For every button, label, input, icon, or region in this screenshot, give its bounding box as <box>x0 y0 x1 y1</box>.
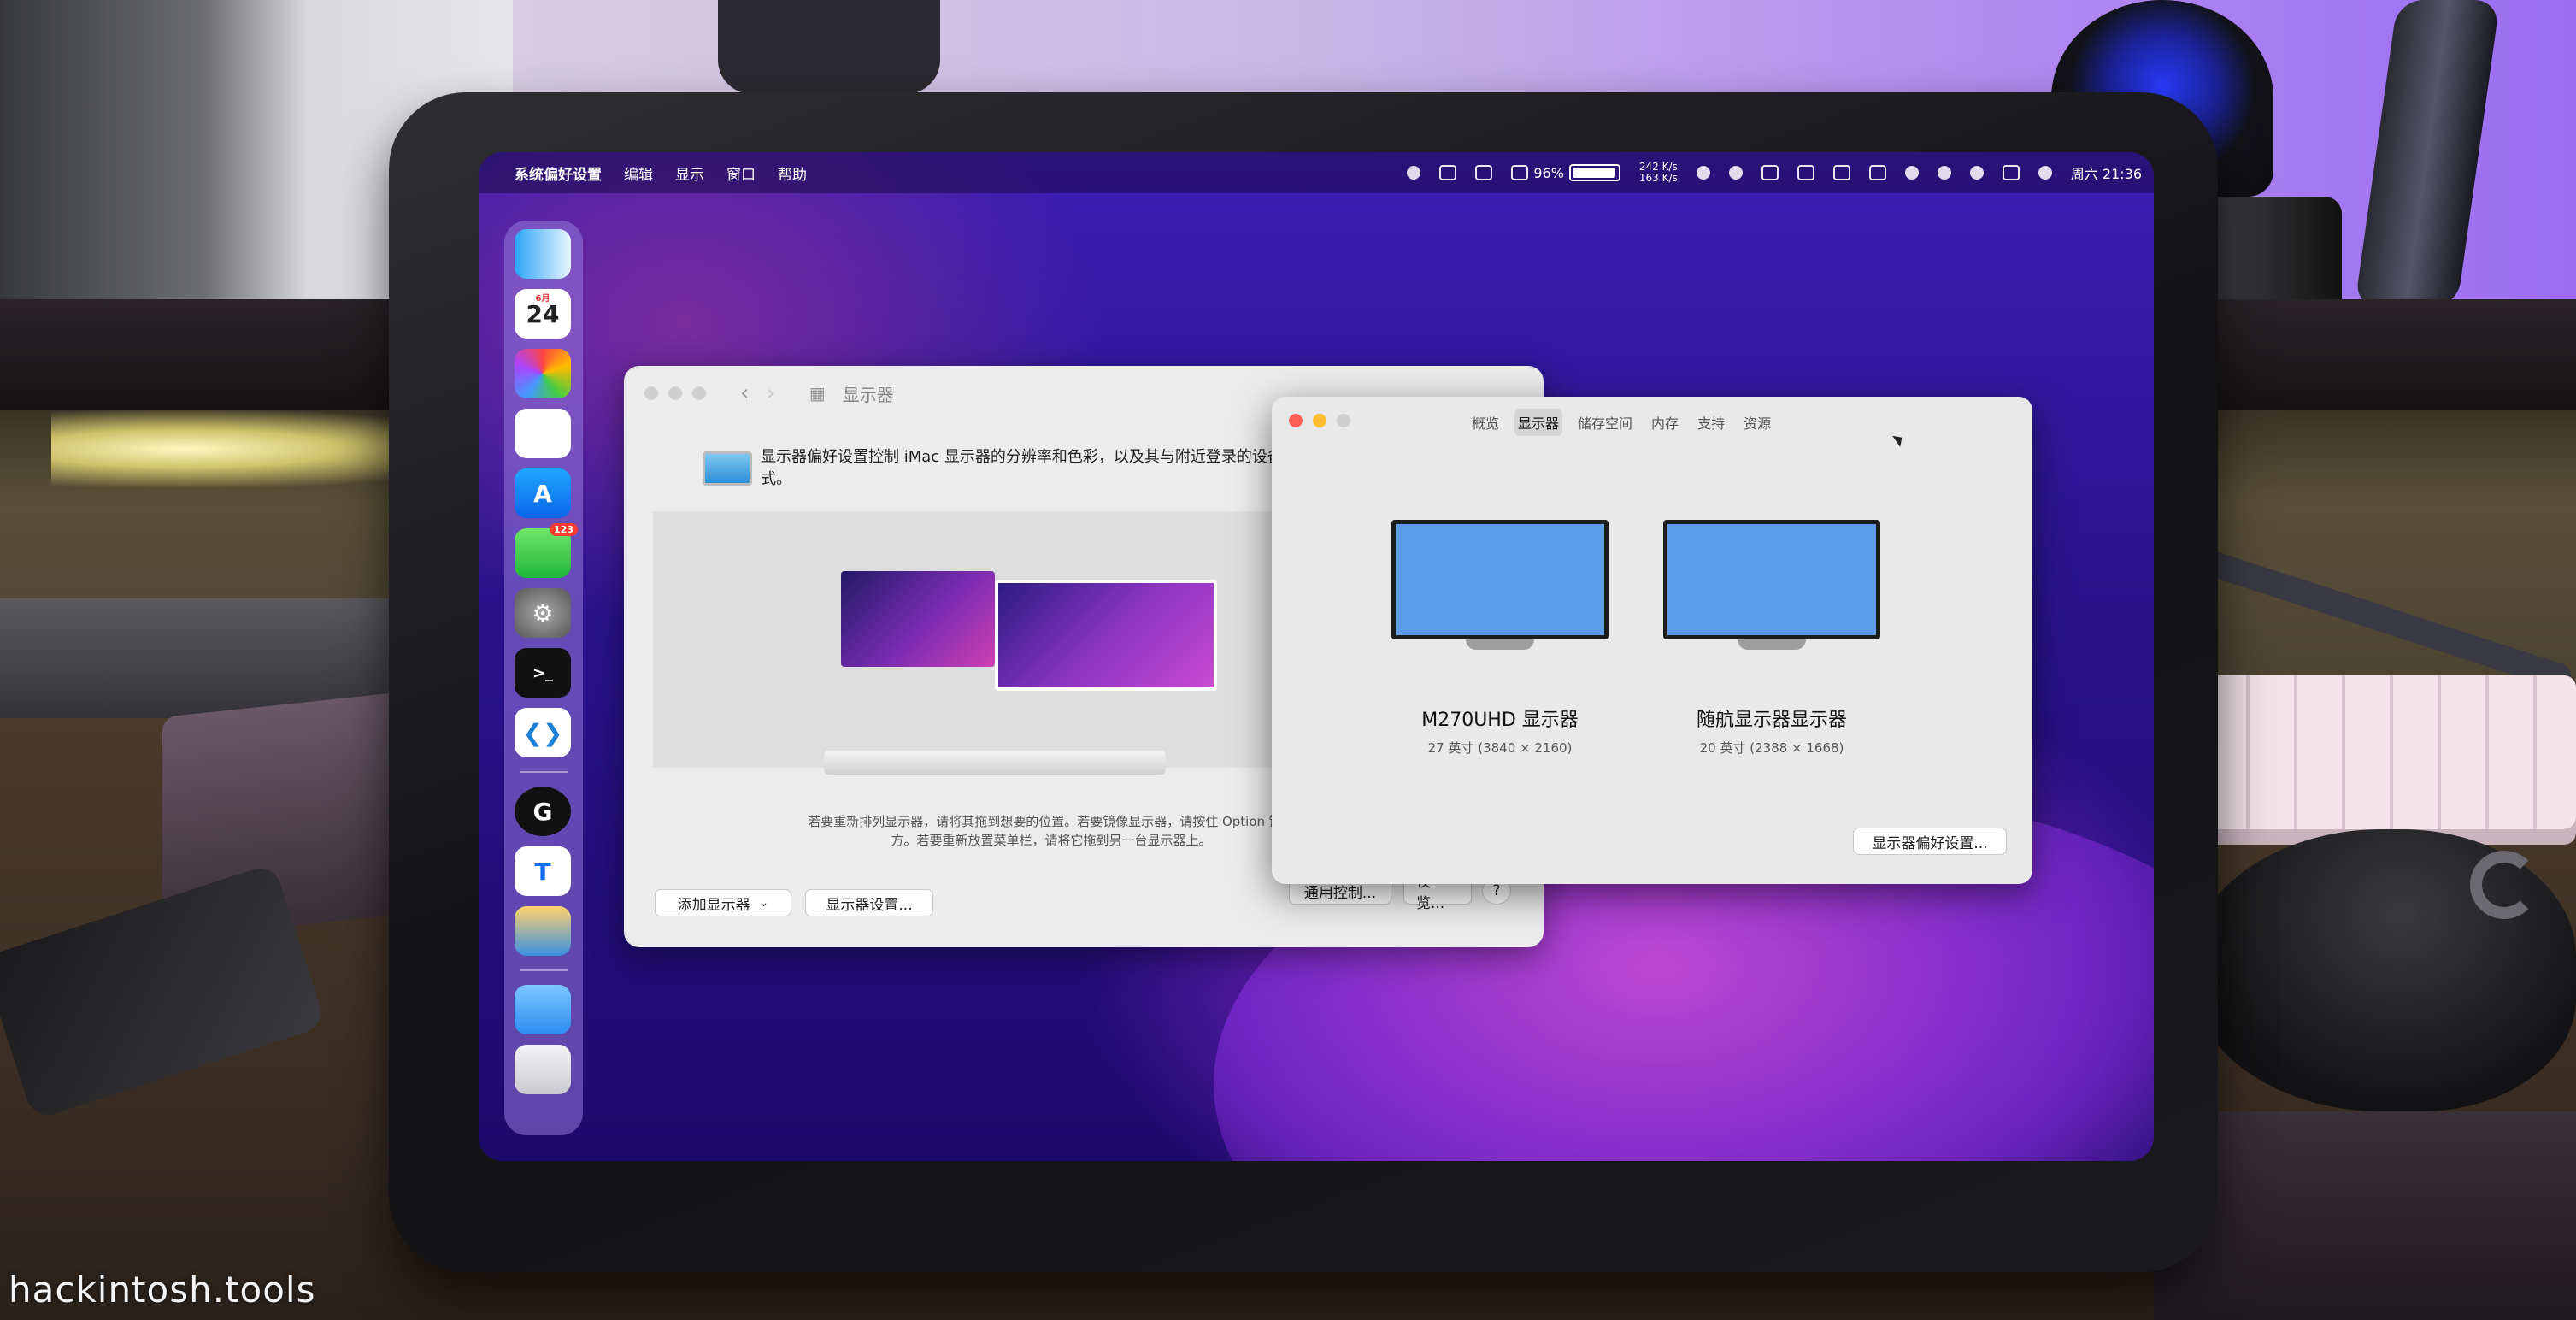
memory-icon <box>1511 165 1529 180</box>
back-chevron-icon[interactable]: ‹ <box>740 380 749 406</box>
messages-badge: 123 <box>550 523 578 536</box>
window-controls <box>644 386 706 400</box>
prefs-description-text: 显示器偏好设置控制 iMac 显示器的分辨率和色彩，以及其与附近登录的设备间的排… <box>761 448 1360 488</box>
wifi-icon[interactable] <box>1937 166 1951 180</box>
display-1-name: M270UHD 显示器 <box>1421 710 1579 731</box>
speaker-top <box>718 0 940 94</box>
menu-edit[interactable]: 编辑 <box>624 162 653 184</box>
p-icon[interactable] <box>1696 166 1710 180</box>
app-store-icon[interactable]: A <box>515 468 571 518</box>
prefs-title: 显示器 <box>842 384 894 405</box>
battery-icon <box>1568 164 1620 181</box>
gpu-icon[interactable] <box>1475 165 1493 180</box>
close-button[interactable] <box>1289 414 1303 427</box>
calendar-icon[interactable]: 6月 24 <box>515 289 571 339</box>
monitor-graphic-2 <box>1663 520 1880 639</box>
tab-memory[interactable]: 内存 <box>1648 409 1682 436</box>
grid-icon[interactable]: ▦ <box>809 383 826 404</box>
battery-percent: 96% <box>1533 164 1564 181</box>
launchpad-icon[interactable] <box>515 349 571 398</box>
display-2-spec: 20 英寸 (2388 × 1668) <box>1699 740 1844 756</box>
downloads-folder-icon[interactable] <box>515 985 571 1034</box>
chevron-down-icon: ⌄ <box>758 896 769 910</box>
zoom-button[interactable] <box>692 386 706 400</box>
finder-icon[interactable] <box>515 229 571 279</box>
minimize-button[interactable] <box>1313 414 1326 427</box>
display-thumbnail-sidecar[interactable] <box>995 580 1217 691</box>
teamviewer-icon[interactable]: T <box>515 846 571 896</box>
siri-icon[interactable] <box>2038 166 2052 180</box>
mouse-cursor-icon <box>1892 432 1906 447</box>
help-label: ? <box>1492 882 1501 899</box>
monitor-stand-1 <box>1466 639 1534 650</box>
tab-storage[interactable]: 储存空间 <box>1574 409 1636 436</box>
display-icon[interactable] <box>1868 165 1886 180</box>
system-preferences-icon[interactable]: ⚙ <box>515 588 571 638</box>
back-arrow-icon[interactable] <box>1407 166 1421 180</box>
close-button[interactable] <box>644 386 658 400</box>
status-area: 96% 242 K/s 163 K/s 周六 21:36 <box>1407 152 2142 193</box>
forward-chevron-icon[interactable]: › <box>766 380 774 406</box>
monitor-graphic-1 <box>1391 520 1609 639</box>
menu-app-name[interactable]: 系统偏好设置 <box>515 162 602 184</box>
logitech-logo-icon <box>2470 851 2538 919</box>
search-icon[interactable] <box>1969 166 1984 180</box>
calendar-day: 24 <box>526 299 560 328</box>
net-down: 163 K/s <box>1638 172 1678 184</box>
terminal-icon[interactable]: >_ <box>515 648 571 698</box>
minimize-button[interactable] <box>668 386 682 400</box>
display-settings-button[interactable]: 显示器设置... <box>805 889 933 916</box>
display-settings-label: 显示器设置... <box>826 896 913 914</box>
bookmark-icon[interactable] <box>1797 165 1814 180</box>
display-preferences-button[interactable]: 显示器偏好设置... <box>1853 828 2007 855</box>
display-1-spec: 27 英寸 (3840 × 2160) <box>1427 740 1573 756</box>
battery-fill <box>1572 168 1615 178</box>
add-display-label: 添加显示器 <box>677 896 750 914</box>
calendar-month: 6月 <box>535 294 550 303</box>
sync-icon[interactable] <box>1728 166 1743 180</box>
logitech-g-hub-icon[interactable]: G <box>515 787 571 836</box>
pen-icon[interactable] <box>1761 165 1779 180</box>
menu-window[interactable]: 窗口 <box>726 162 756 184</box>
about-tabs: 概览 显示器 储存空间 内存 支持 资源 <box>1468 409 1774 436</box>
intel-power-gadget-icon[interactable] <box>515 906 571 956</box>
display-icon <box>703 451 752 486</box>
net-speed[interactable]: 242 K/s 163 K/s <box>1639 162 1678 184</box>
keyboard-graphic <box>824 751 1166 775</box>
clock[interactable]: 周六 21:36 <box>2071 162 2142 183</box>
tab-overview[interactable]: 概览 <box>1468 409 1503 436</box>
tab-support[interactable]: 支持 <box>1694 409 1728 436</box>
display-preferences-label: 显示器偏好设置... <box>1872 834 1988 852</box>
control-center-icon[interactable] <box>2002 165 2020 180</box>
menu-help[interactable]: 帮助 <box>778 162 807 184</box>
display-thumbnail-main[interactable] <box>841 571 995 667</box>
trash-icon[interactable] <box>515 1045 571 1094</box>
dock: 6月 24 A 123 ⚙ >_ ❮❯ G T <box>504 221 583 1135</box>
monitor-stand-2 <box>1738 639 1806 650</box>
vscode-icon[interactable]: ❮❯ <box>515 708 571 757</box>
about-titlebar: 概览 显示器 储存空间 内存 支持 资源 <box>1272 397 2032 447</box>
tab-displays[interactable]: 显示器 <box>1514 409 1563 436</box>
menu-view[interactable]: 显示 <box>675 162 704 184</box>
dock-separator-2 <box>520 969 568 971</box>
messages-icon[interactable]: 123 <box>515 523 578 578</box>
activity-icon[interactable] <box>1439 165 1457 180</box>
tab-resources[interactable]: 资源 <box>1740 409 1774 436</box>
display-2-name: 随航显示器显示器 <box>1696 710 1847 731</box>
watermark: hackintosh.tools <box>9 1269 316 1311</box>
bookmark-2-icon[interactable] <box>1832 165 1850 180</box>
about-this-mac-window: 概览 显示器 储存空间 内存 支持 资源 M270UHD 显示器 27 英寸 (… <box>1272 397 2032 884</box>
moon-icon[interactable] <box>1904 166 1919 180</box>
zoom-button[interactable] <box>1337 414 1350 427</box>
add-display-button[interactable]: 添加显示器 ⌄ <box>655 889 791 916</box>
reminders-icon[interactable] <box>515 409 571 458</box>
window-controls <box>1289 414 1350 427</box>
battery-status[interactable]: 96% <box>1511 164 1620 181</box>
menu-bar: 系统偏好设置 编辑 显示 窗口 帮助 96% 242 K/s 163 K/s 周… <box>479 152 2154 193</box>
dock-separator <box>520 771 568 773</box>
